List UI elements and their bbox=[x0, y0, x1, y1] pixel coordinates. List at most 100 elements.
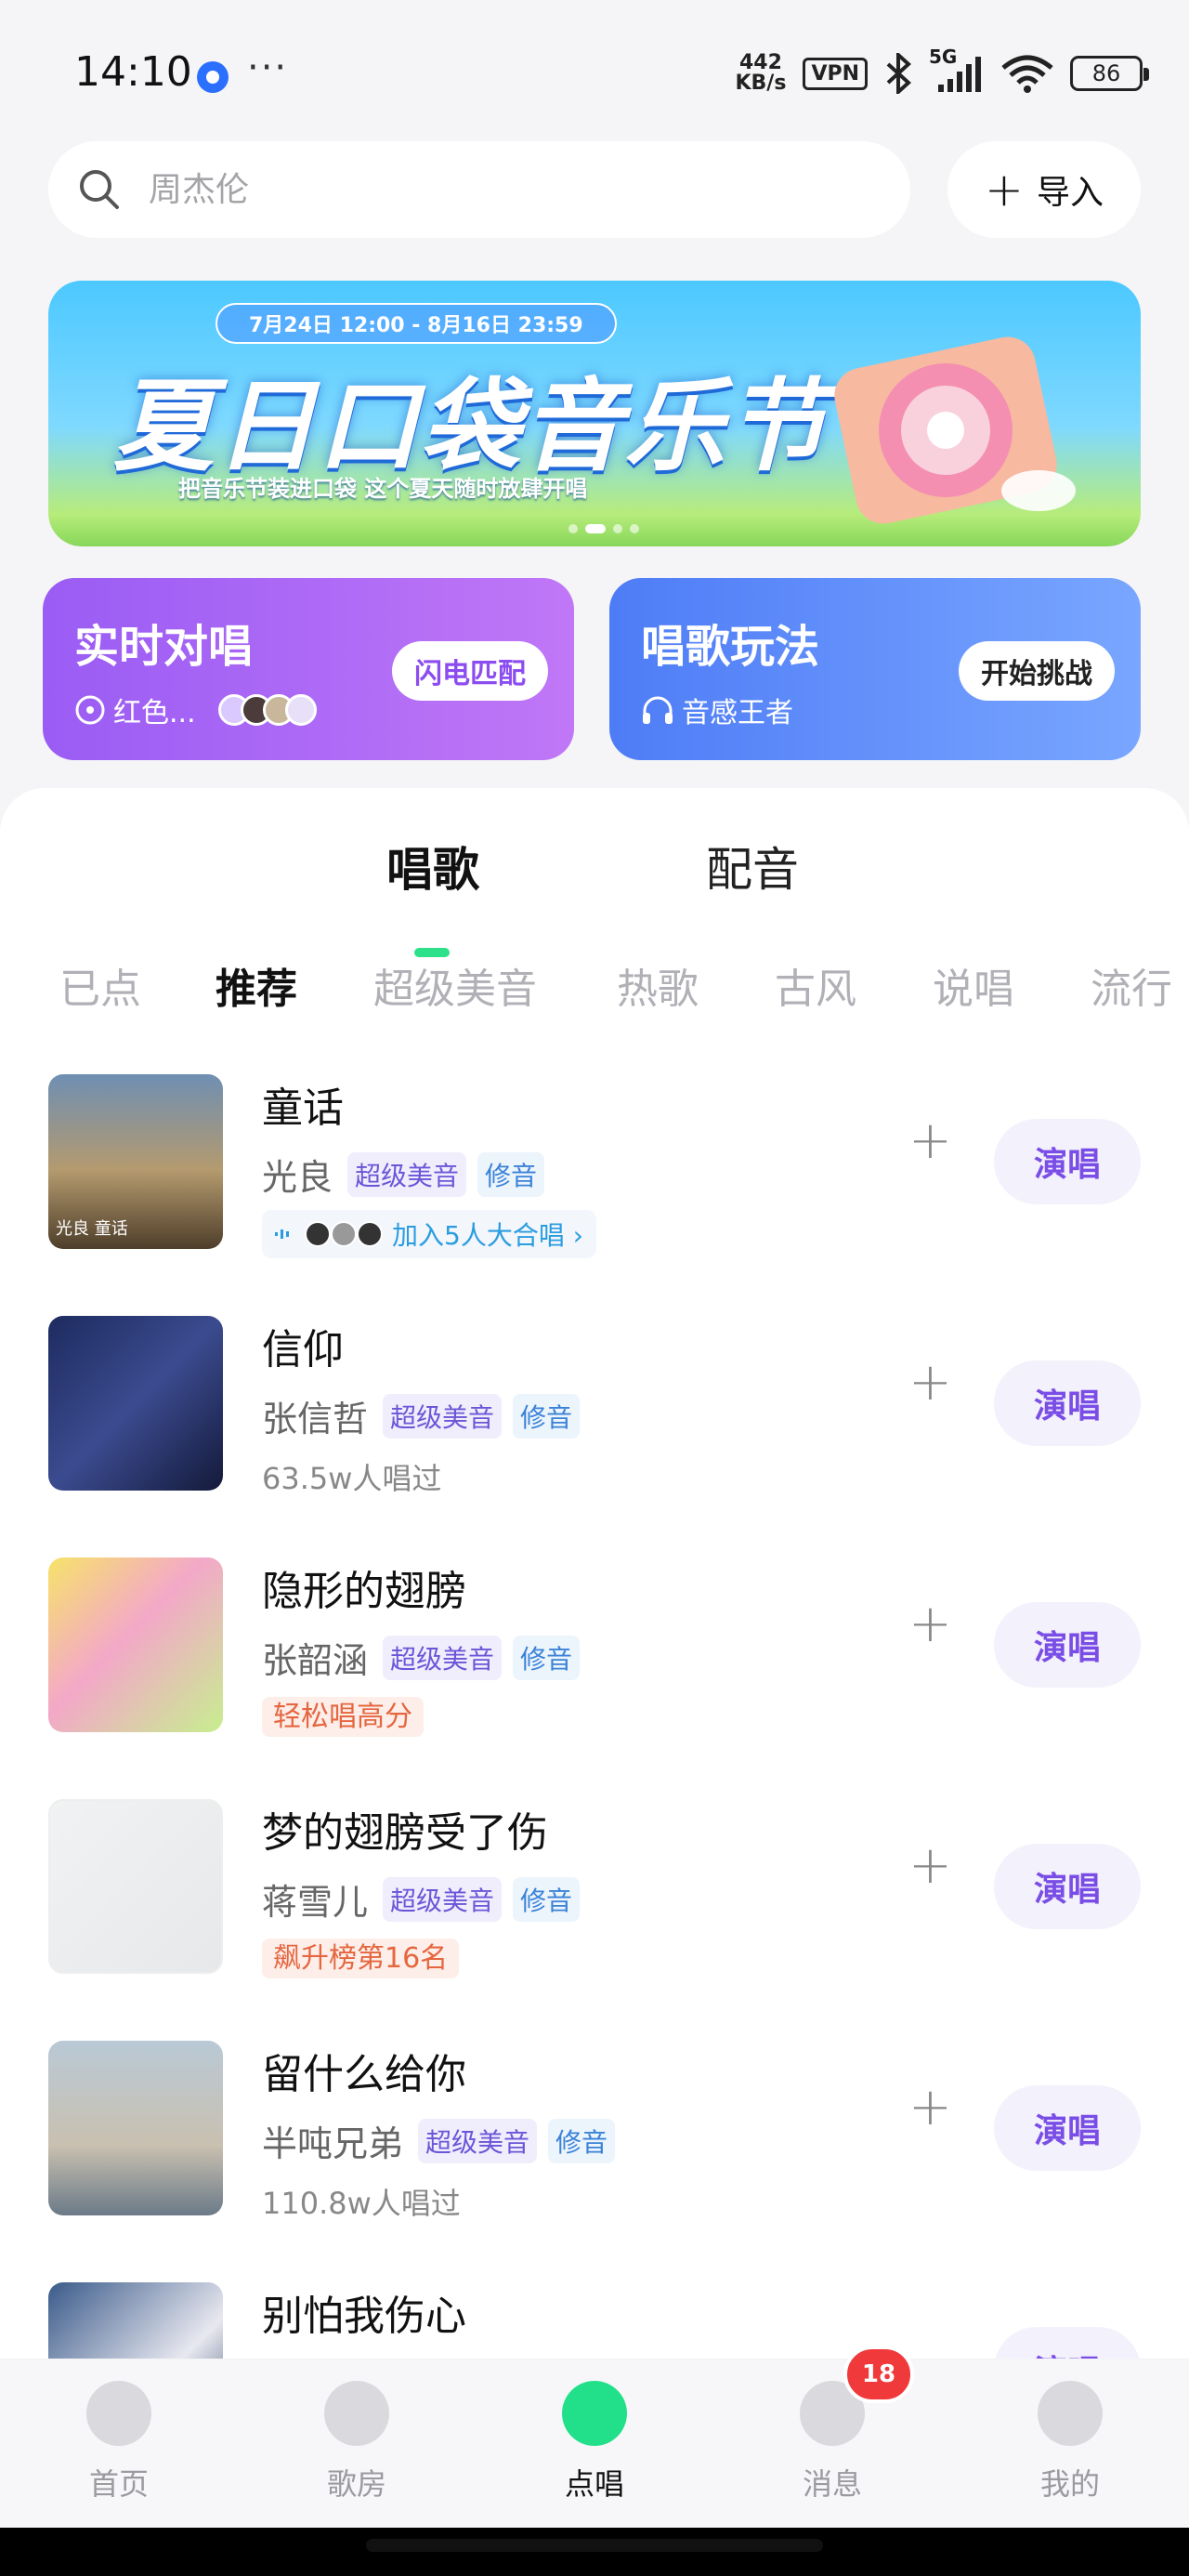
search-bar[interactable] bbox=[48, 141, 910, 238]
quick-match-button[interactable]: 闪电匹配 bbox=[392, 641, 548, 701]
tag-super-voice: 超级美音 bbox=[347, 1151, 467, 1197]
play-sub: 音感王者 bbox=[641, 690, 793, 730]
tag-super-voice: 超级美音 bbox=[383, 1876, 503, 1922]
status-bar: 14:10 ··· 442 KB/s VPN 5G 86 bbox=[0, 0, 1189, 139]
sing-button[interactable]: 演唱 bbox=[994, 2085, 1141, 2171]
play-title: 唱歌玩法 bbox=[641, 621, 820, 673]
category-tab-recommended[interactable]: 推荐 bbox=[216, 955, 297, 1015]
tag-autotune: 修音 bbox=[513, 1393, 581, 1439]
status-icons: 442 KB/s VPN 5G 86 bbox=[735, 46, 1149, 97]
chorus-avatar bbox=[331, 1221, 357, 1247]
search-input[interactable] bbox=[149, 170, 855, 209]
song-cover bbox=[48, 1557, 223, 1732]
sing-button[interactable]: 演唱 bbox=[994, 1602, 1141, 1688]
sing-games-card[interactable]: 唱歌玩法 音感王者 开始挑战 bbox=[609, 578, 1141, 760]
song-cover: 光良 童话 bbox=[48, 1074, 223, 1249]
chorus-link[interactable]: 加入5人大合唱 › bbox=[262, 1210, 596, 1258]
song-row[interactable]: 信仰 张信哲 超级美音 修音 63.5w人唱过 + 演唱 bbox=[0, 1316, 1189, 1557]
song-row[interactable]: 留什么给你 半吨兄弟 超级美音 修音 110.8w人唱过 + 演唱 bbox=[0, 2041, 1189, 2282]
category-tab-ordered[interactable]: 已点 bbox=[59, 955, 141, 1015]
category-tab-hot[interactable]: 热歌 bbox=[617, 955, 699, 1015]
nav-profile[interactable]: 我的 bbox=[996, 2381, 1144, 2520]
add-song-button[interactable]: + bbox=[908, 1357, 952, 1409]
tag-autotune: 修音 bbox=[477, 1151, 545, 1197]
nav-rooms[interactable]: 歌房 bbox=[282, 2381, 431, 2520]
headphones-icon bbox=[643, 696, 673, 724]
more-notifications-icon: ··· bbox=[247, 46, 289, 89]
status-time: 14:10 bbox=[74, 48, 192, 96]
import-button[interactable]: + 导入 bbox=[947, 141, 1141, 238]
sing-count: 110.8w人唱过 bbox=[262, 2186, 461, 2221]
nav-request-song[interactable]: 点唱 bbox=[520, 2381, 669, 2520]
start-challenge-button[interactable]: 开始挑战 bbox=[959, 641, 1115, 701]
song-row[interactable]: 别怕我伤心 演唱 bbox=[0, 2282, 1189, 2359]
sing-button[interactable]: 演唱 bbox=[994, 2327, 1141, 2359]
song-cover bbox=[48, 1799, 223, 1974]
song-meta: 光良 超级美音 修音 bbox=[262, 1149, 545, 1200]
add-song-button[interactable]: + bbox=[908, 1598, 952, 1650]
category-tab-rap[interactable]: 说唱 bbox=[933, 955, 1014, 1015]
banner-subtitle: 把音乐节装进口袋 这个夏天随时放肆开唱 bbox=[178, 476, 588, 502]
song-title: 留什么给你 bbox=[262, 2051, 466, 2098]
category-tab-super-voice[interactable]: 超级美音 bbox=[373, 955, 537, 1015]
wifi-icon bbox=[1001, 55, 1053, 93]
song-artist: 半吨兄弟 bbox=[262, 2123, 404, 2164]
duet-title: 实时对唱 bbox=[74, 621, 254, 673]
tag-autotune: 修音 bbox=[513, 1635, 581, 1680]
add-song-button[interactable]: + bbox=[908, 1115, 952, 1167]
search-icon bbox=[80, 170, 119, 209]
song-title: 信仰 bbox=[262, 1326, 344, 1373]
tag-super-voice: 超级美音 bbox=[383, 1635, 503, 1680]
record-player-illustration bbox=[834, 336, 1076, 524]
highlight-tag: 轻松唱高分 bbox=[262, 1697, 424, 1737]
realtime-duet-card[interactable]: 实时对唱 红色... 闪电匹配 bbox=[43, 578, 574, 760]
profile-icon bbox=[1038, 2381, 1103, 2446]
app-notification-icon bbox=[197, 61, 229, 93]
tag-super-voice: 超级美音 bbox=[383, 1393, 503, 1439]
song-row[interactable]: 梦的翅膀受了伤 蒋雪儿 超级美音 修音 飙升榜第16名 + 演唱 bbox=[0, 1799, 1189, 2041]
sing-count: 63.5w人唱过 bbox=[262, 1461, 442, 1496]
song-row[interactable]: 隐形的翅膀 张韶涵 超级美音 修音 轻松唱高分 + 演唱 bbox=[0, 1557, 1189, 1799]
song-row[interactable]: 光良 童话 童话 光良 超级美音 修音 加入5人大合唱 › + 演唱 bbox=[0, 1074, 1189, 1316]
sing-button[interactable]: 演唱 bbox=[994, 1119, 1141, 1204]
sing-button[interactable]: 演唱 bbox=[994, 1844, 1141, 1929]
sound-wave-icon bbox=[275, 1229, 289, 1239]
duet-sub: 红色... bbox=[74, 690, 317, 730]
battery-icon: 86 bbox=[1070, 56, 1149, 91]
home-icon bbox=[86, 2381, 151, 2446]
nav-home[interactable]: 首页 bbox=[45, 2381, 193, 2520]
bottom-navigation: 首页 歌房 点唱 消息 我的 bbox=[0, 2360, 1189, 2528]
song-meta: 半吨兄弟 超级美音 修音 bbox=[262, 2115, 616, 2166]
category-tab-ancient[interactable]: 古风 bbox=[775, 955, 856, 1015]
cellular-signal-icon: 5G bbox=[929, 46, 985, 94]
song-artist: 蒋雪儿 bbox=[262, 1882, 369, 1923]
song-artist: 张韶涵 bbox=[262, 1640, 369, 1681]
add-song-button[interactable]: + bbox=[908, 2082, 952, 2134]
tab-dubbing[interactable]: 配音 bbox=[706, 833, 799, 900]
song-cover bbox=[48, 1316, 223, 1491]
tag-super-voice: 超级美音 bbox=[418, 2118, 538, 2163]
mic-icon bbox=[562, 2381, 627, 2446]
song-meta: 张韶涵 超级美音 修音 bbox=[262, 1632, 581, 1683]
message-badge: 18 bbox=[843, 2346, 914, 2403]
promo-banner[interactable]: 7月24日 12:00 - 8月16日 23:59 夏日口袋音乐节 把音乐节装进… bbox=[48, 281, 1141, 546]
home-indicator[interactable] bbox=[366, 2539, 823, 2552]
plus-icon: + bbox=[985, 163, 1024, 217]
add-song-button[interactable]: + bbox=[908, 1840, 952, 1892]
song-artist: 张信哲 bbox=[262, 1399, 369, 1439]
music-note-icon bbox=[324, 2381, 389, 2446]
song-title: 梦的翅膀受了伤 bbox=[262, 1809, 548, 1857]
tag-autotune: 修音 bbox=[513, 1876, 581, 1922]
song-meta: 张信哲 超级美音 修音 bbox=[262, 1390, 581, 1441]
network-speed: 442 KB/s bbox=[735, 51, 787, 95]
chorus-avatar bbox=[305, 1221, 331, 1247]
sing-button[interactable]: 演唱 bbox=[994, 1360, 1141, 1446]
vpn-icon: VPN bbox=[803, 57, 868, 90]
banner-pagination bbox=[568, 524, 639, 533]
tab-sing[interactable]: 唱歌 bbox=[386, 833, 479, 900]
category-tab-pop[interactable]: 流行 bbox=[1091, 955, 1172, 1015]
import-label: 导入 bbox=[1036, 174, 1104, 212]
bluetooth-icon bbox=[886, 53, 911, 94]
song-meta: 蒋雪儿 超级美音 修音 bbox=[262, 1873, 581, 1925]
category-tabs: 已点 推荐 超级美音 热歌 古风 说唱 流行 bbox=[0, 955, 1189, 1030]
